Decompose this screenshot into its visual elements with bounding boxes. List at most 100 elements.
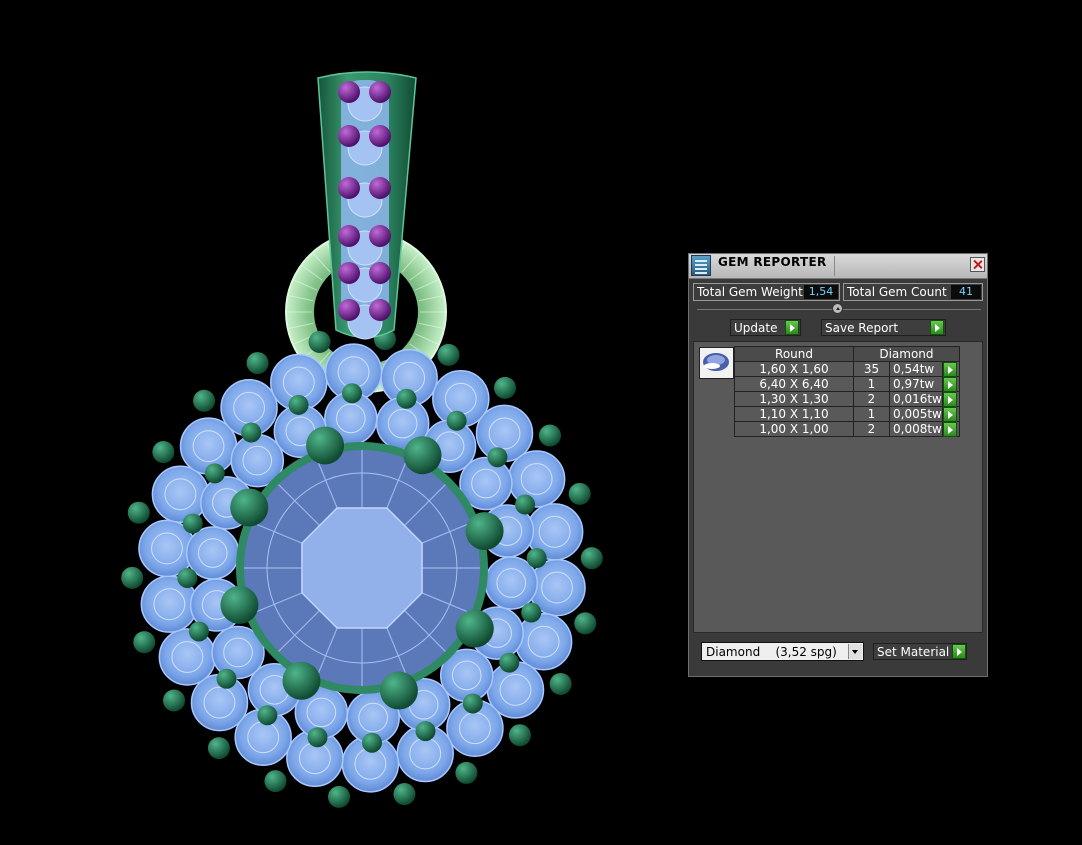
set-material-button[interactable]: Set Material <box>873 643 967 660</box>
update-button[interactable]: Update <box>730 319 801 336</box>
gem-table-row[interactable]: 1,60 X 1,60 35 0,54tw <box>734 361 960 377</box>
play-arrow-icon[interactable] <box>785 320 799 335</box>
save-report-button[interactable]: Save Report <box>821 319 946 336</box>
halo-stone <box>514 612 573 671</box>
prong <box>403 436 442 475</box>
col-material-header: Diamond <box>853 346 960 362</box>
bail-bead <box>338 299 360 321</box>
gem-size: 6,40 X 6,40 <box>734 376 854 392</box>
prong <box>306 426 345 465</box>
material-select-value: Diamond (3,52 spg) <box>706 645 837 659</box>
prong <box>455 761 478 784</box>
3d-viewport[interactable] <box>0 0 680 845</box>
prong <box>307 727 328 748</box>
play-arrow-icon[interactable] <box>952 644 966 659</box>
prong <box>127 501 150 524</box>
gem-count: 2 <box>853 391 890 407</box>
center-stone-table <box>301 507 423 629</box>
prong <box>163 689 186 712</box>
total-gem-weight: Total Gem Weight 1,54 <box>693 283 840 301</box>
prong <box>216 668 237 689</box>
prong <box>515 494 536 515</box>
prong <box>393 783 416 806</box>
gem-count: 2 <box>853 421 890 437</box>
gem-table-row[interactable]: 1,00 X 1,00 2 0,008tw <box>734 421 960 437</box>
prong <box>396 388 417 409</box>
prong <box>549 672 572 695</box>
total-gem-weight-value: 1,54 <box>804 285 838 299</box>
prong <box>177 567 198 588</box>
gem-count: 1 <box>853 376 890 392</box>
panel-titlebar[interactable]: GEM REPORTER <box>689 254 987 279</box>
total-gem-count: Total Gem Count 41 <box>843 283 983 301</box>
gem-table-row[interactable]: 1,30 X 1,30 2 0,016tw <box>734 391 960 407</box>
close-icon[interactable] <box>970 257 985 272</box>
prong <box>207 737 230 760</box>
total-gem-count-value: 41 <box>951 285 981 299</box>
bail-bead <box>369 299 391 321</box>
bail-bead <box>369 262 391 284</box>
bail-bead <box>338 81 360 103</box>
panel-title: GEM REPORTER <box>718 255 827 269</box>
dropdown-arrow-icon[interactable] <box>848 644 862 659</box>
update-button-label: Update <box>734 321 778 335</box>
total-gem-weight-label: Total Gem Weight <box>697 285 803 299</box>
prong <box>361 732 382 753</box>
row-action[interactable] <box>941 361 960 377</box>
prong <box>257 705 278 726</box>
divider-toggle-icon[interactable] <box>832 303 843 314</box>
row-action[interactable] <box>941 421 960 437</box>
gem-table-row[interactable]: 6,40 X 6,40 1 0,97tw <box>734 376 960 392</box>
prong <box>264 770 287 793</box>
gem-table-header: Round Diamond <box>734 346 960 362</box>
gem-reporter-icon <box>691 255 711 276</box>
prong <box>241 422 262 443</box>
bail-bead <box>338 225 360 247</box>
gem-size: 1,30 X 1,30 <box>734 391 854 407</box>
prong <box>455 609 494 648</box>
prong <box>193 389 216 412</box>
prong <box>462 693 483 714</box>
play-arrow-icon[interactable] <box>942 362 957 377</box>
titlebar-separator <box>834 256 835 276</box>
bail-bead <box>369 81 391 103</box>
prong <box>521 602 542 623</box>
play-arrow-icon[interactable] <box>930 320 944 335</box>
prong <box>328 785 351 808</box>
gem-table: Round Diamond 1,60 X 1,60 35 0,54tw 6,40 X … <box>734 346 960 437</box>
gem-count: 1 <box>853 406 890 422</box>
prong <box>574 612 597 635</box>
halo-stone <box>151 465 210 524</box>
prong <box>487 447 508 468</box>
row-action[interactable] <box>941 406 960 422</box>
material-select[interactable]: Diamond (3,52 spg) <box>701 642 864 661</box>
gem-size: 1,60 X 1,60 <box>734 361 854 377</box>
play-arrow-icon[interactable] <box>942 377 957 392</box>
save-report-button-label: Save Report <box>825 321 899 335</box>
prong <box>204 463 225 484</box>
row-action[interactable] <box>941 376 960 392</box>
prong <box>246 352 269 375</box>
bail-bead <box>338 125 360 147</box>
prong <box>446 410 467 431</box>
prong <box>508 724 531 747</box>
gem-weight: 0,016tw <box>889 391 943 407</box>
play-arrow-icon[interactable] <box>942 422 957 437</box>
gem-table-row[interactable]: 1,10 X 1,10 1 0,005tw <box>734 406 960 422</box>
row-action[interactable] <box>941 391 960 407</box>
prong <box>538 424 561 447</box>
prong <box>230 488 269 527</box>
play-arrow-icon[interactable] <box>942 407 957 422</box>
prong <box>188 621 209 642</box>
prong <box>526 548 547 569</box>
prong <box>152 441 175 464</box>
prong <box>220 585 259 624</box>
prong <box>342 383 363 404</box>
bail-bead <box>338 262 360 284</box>
bail-bead <box>369 177 391 199</box>
prong <box>494 376 517 399</box>
gem-thumbnail-icon[interactable] <box>699 347 734 379</box>
gem-size: 1,00 X 1,00 <box>734 421 854 437</box>
play-arrow-icon[interactable] <box>942 392 957 407</box>
col-shape-header: Round <box>734 346 854 362</box>
